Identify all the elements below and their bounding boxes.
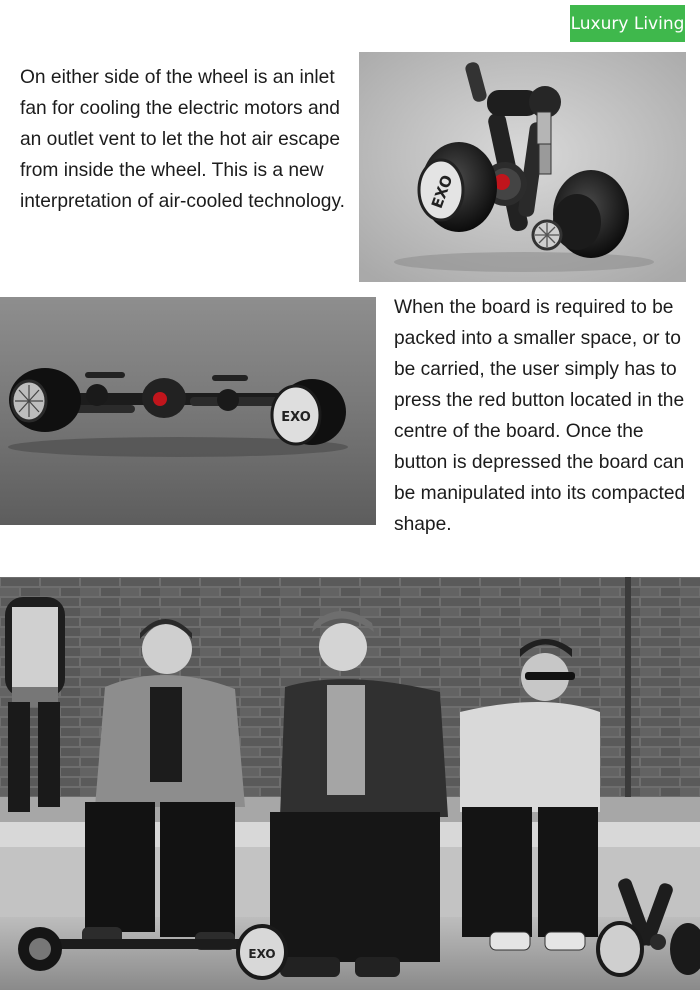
folded-board-photo: EXO <box>359 52 686 282</box>
flat-board-photo: EXO <box>0 297 376 525</box>
flat-board-logo: EXO <box>281 410 311 425</box>
paragraph-cooling: On either side of the wheel is an inlet … <box>20 67 345 212</box>
group-photo: EXO <box>0 577 700 990</box>
section-badge: Luxury Living <box>570 5 685 42</box>
paragraph-packing: When the board is required to be packed … <box>394 297 686 535</box>
group-photo-board-logo: EXO <box>248 947 275 961</box>
